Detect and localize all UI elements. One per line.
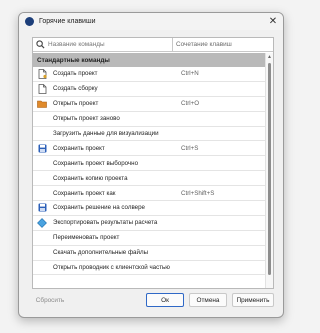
apply-button[interactable]: Применить (232, 293, 274, 307)
save-icon (36, 203, 48, 212)
app-logo-icon (25, 17, 34, 26)
search-row: Сочетание клавиш (33, 38, 273, 52)
command-row[interactable]: Сохранить проект как Ctrl+Shift+S (33, 186, 265, 202)
command-row[interactable]: Открыть проект заново (33, 112, 265, 127)
ok-button[interactable]: Ок (146, 293, 184, 307)
command-shortcut[interactable]: Ctrl+O (181, 100, 199, 107)
command-row[interactable]: Сохранить решение на солвере (33, 201, 265, 216)
command-name: Сохранить копию проекта (53, 174, 128, 182)
command-row[interactable]: Создать сборку (33, 82, 265, 97)
command-name: Создать проект (53, 70, 98, 78)
scroll-up-icon[interactable]: ▲ (266, 53, 273, 61)
command-row[interactable]: Скачать дополнительные файлы (33, 246, 265, 261)
command-row[interactable]: Переименовать проект (33, 231, 265, 246)
window-title: Горячие клавиши (39, 18, 96, 25)
command-name: Открыть проект (53, 100, 99, 108)
reset-button[interactable]: Сбросить (32, 293, 68, 307)
save-icon (36, 144, 48, 153)
command-row[interactable]: Открыть проводник с клиентской частью (33, 261, 265, 276)
command-name: Открыть проводник с клиентской частью (53, 264, 170, 272)
hotkeys-dialog: Горячие клавиши ✕ Сочетание клавиш Станд… (18, 12, 284, 318)
group-header[interactable]: Стандартные команды (33, 53, 265, 67)
command-row[interactable]: Сохранить проект выборочно (33, 156, 265, 172)
command-name: Скачать дополнительные файлы (53, 249, 149, 257)
scrollbar[interactable]: ▲ (265, 53, 273, 288)
export-icon (36, 217, 48, 228)
cancel-button[interactable]: Отмена (189, 293, 227, 307)
command-row[interactable]: Сохранить копию проекта (33, 171, 265, 187)
commands-panel: Сочетание клавиш Стандартные команды Соз… (32, 37, 274, 289)
search-input[interactable] (48, 41, 168, 48)
command-name: Создать сборку (53, 85, 98, 93)
command-name: Сохранить проект как (53, 189, 116, 197)
command-shortcut[interactable]: Ctrl+N (181, 70, 199, 77)
folder-icon (36, 100, 48, 108)
scrollbar-thumb[interactable] (268, 63, 271, 275)
command-name: Загрузить данные для визуализации (53, 130, 159, 137)
command-row[interactable]: Загрузить данные для визуализации (33, 127, 265, 142)
search-icon (36, 40, 45, 49)
command-name: Открыть проект заново (53, 115, 120, 123)
title-bar: Горячие клавиши ✕ (19, 13, 283, 30)
command-row[interactable]: Экспортировать результаты расчета (33, 216, 265, 231)
document-icon (36, 83, 48, 94)
command-name: Сохранить решение на солвере (53, 204, 145, 212)
new-project-icon (36, 69, 48, 79)
search-field[interactable] (33, 38, 173, 51)
command-row[interactable]: Открыть проект Ctrl+O (33, 97, 265, 112)
command-name: Сохранить проект (53, 144, 105, 152)
close-icon[interactable]: ✕ (263, 13, 283, 30)
command-row[interactable]: Сохранить проект Ctrl+S (33, 141, 265, 157)
command-name: Экспортировать результаты расчета (53, 219, 158, 227)
commands-list: Стандартные команды Создать проект Ctrl+N… (33, 53, 265, 288)
command-name: Переименовать проект (53, 234, 120, 242)
command-shortcut[interactable]: Ctrl+Shift+S (181, 190, 214, 197)
shortcut-column-header: Сочетание клавиш (176, 41, 232, 48)
command-shortcut[interactable]: Ctrl+S (181, 145, 198, 152)
command-row[interactable]: Создать проект Ctrl+N (33, 67, 265, 82)
command-name: Сохранить проект выборочно (53, 159, 139, 167)
dialog-footer: Сбросить Ок Отмена Применить (19, 293, 283, 315)
